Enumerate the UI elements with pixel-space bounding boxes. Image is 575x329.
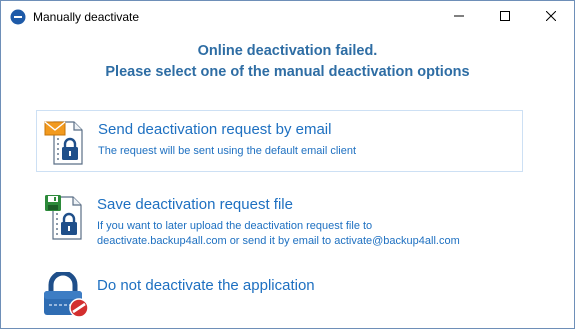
minimize-icon (454, 8, 464, 26)
option-send-email[interactable]: Send deactivation request by email The r… (36, 110, 523, 172)
minimize-button[interactable] (436, 1, 482, 32)
heading-line-2: Please select one of the manual deactiva… (105, 64, 470, 80)
option-save-file-desc-line-2: deactivate.backup4all.com or send it by … (97, 235, 460, 247)
close-icon (545, 8, 557, 26)
close-button[interactable] (528, 1, 574, 32)
dialog-window: Manually deactivate Online deactivation … (0, 0, 575, 329)
window-title: Manually deactivate (33, 9, 140, 24)
option-send-email-desc: The request will be sent using the defau… (98, 145, 357, 157)
option-save-file-desc-line-1: If you want to later upload the deactiva… (97, 220, 373, 232)
dialog-content: Online deactivation failed. Please selec… (1, 41, 574, 318)
heading-line-1: Online deactivation failed. (197, 43, 378, 59)
option-send-email-title: Send deactivation request by email (98, 121, 332, 138)
option-save-file-desc: If you want to later upload the deactiva… (97, 219, 460, 249)
save-file-lock-icon (43, 193, 87, 241)
maximize-icon (500, 8, 510, 26)
maximize-button[interactable] (482, 1, 528, 32)
option-save-file[interactable]: Save deactivation request file If you wa… (36, 186, 523, 258)
option-do-not-deactivate[interactable]: Do not deactivate the application (36, 264, 523, 326)
lock-forbidden-icon (43, 270, 89, 320)
email-lock-icon (44, 118, 88, 166)
title-bar[interactable]: Manually deactivate (1, 1, 574, 32)
option-do-not-deactivate-title: Do not deactivate the application (97, 277, 315, 294)
heading: Online deactivation failed. Please selec… (1, 41, 574, 83)
app-icon (10, 9, 26, 25)
option-save-file-title: Save deactivation request file (97, 196, 293, 213)
